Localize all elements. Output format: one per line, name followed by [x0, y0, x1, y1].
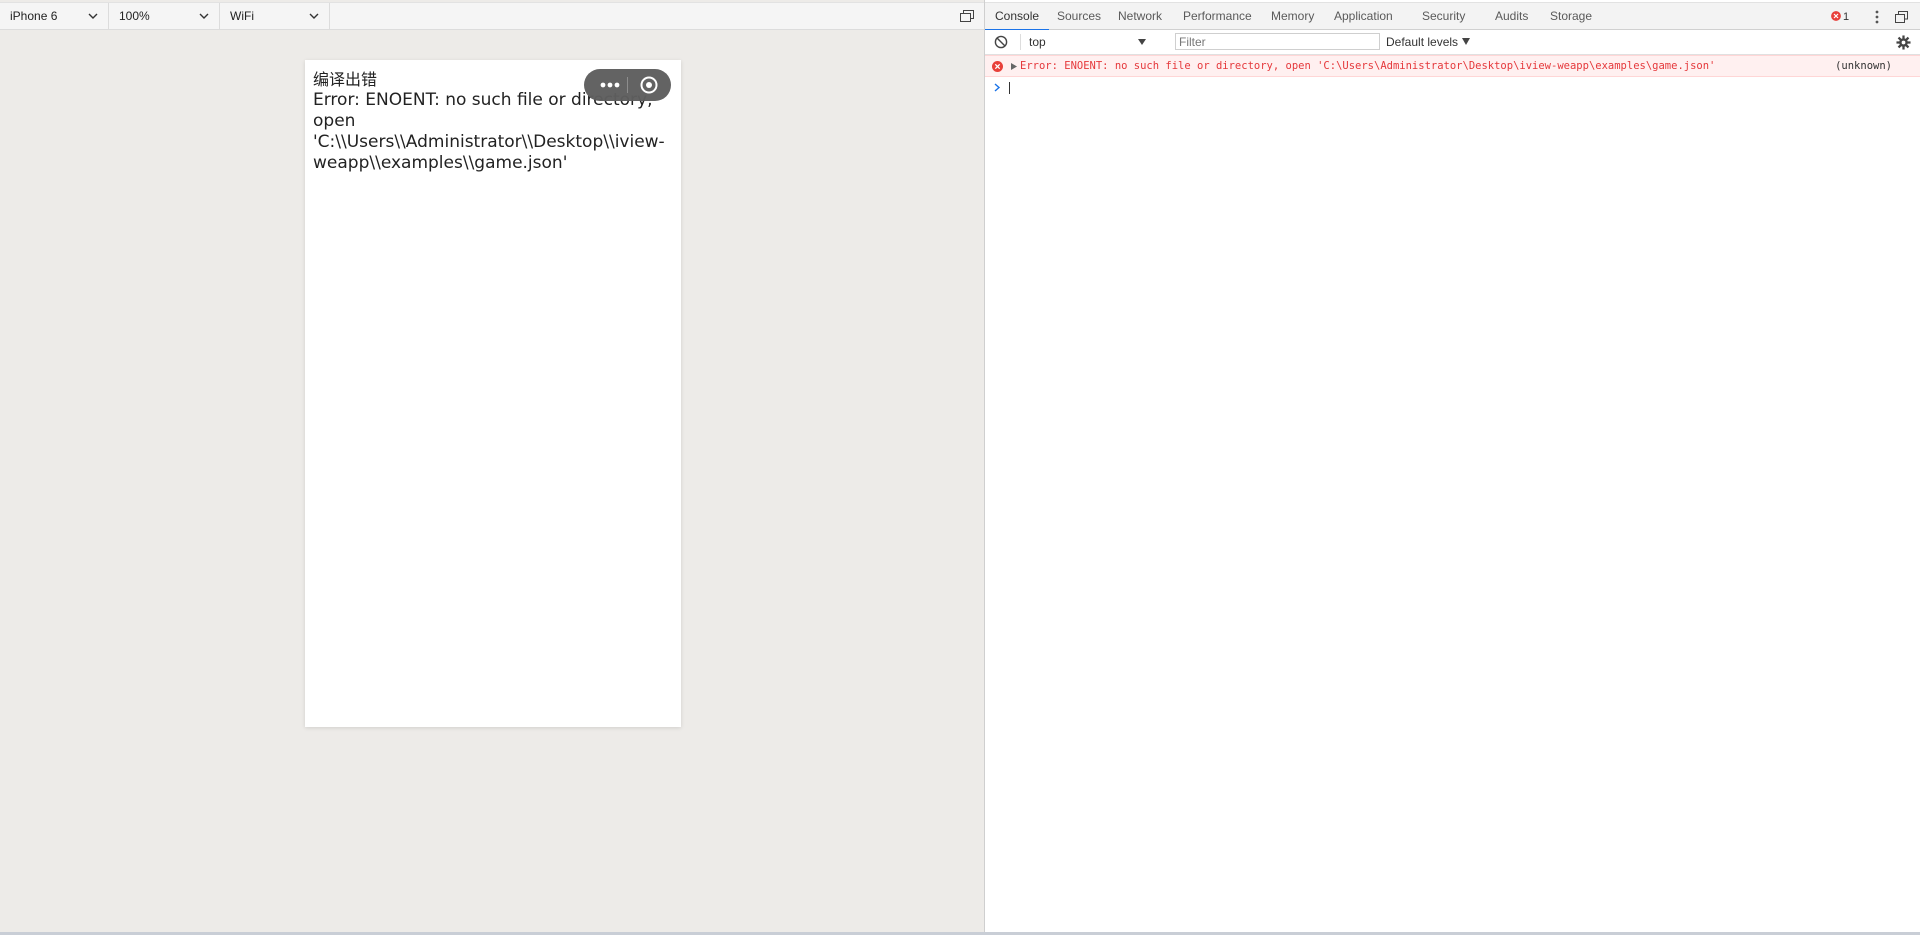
detach-window-icon[interactable] — [960, 10, 974, 22]
context-select-label: top — [1029, 35, 1046, 49]
tab-label: Network — [1118, 9, 1163, 23]
simulator-panel: iPhone 6 100% WiFi 编译出错 Error: ENOENT: n… — [0, 0, 985, 935]
close-miniprogram-icon[interactable] — [629, 69, 669, 101]
gear-icon[interactable] — [1896, 35, 1911, 50]
tab-label: Storage — [1550, 9, 1593, 23]
log-levels-select[interactable]: Default levels — [1386, 30, 1471, 54]
devtools-panel: Console Sources Network Performance Memo… — [985, 0, 1920, 935]
tab-network[interactable]: Network — [1108, 3, 1172, 30]
tab-label: Application — [1334, 9, 1393, 23]
error-count: 1 — [1843, 11, 1850, 23]
zoom-select-label: 100% — [119, 9, 150, 23]
compile-error-detail: Error: ENOENT: no such file or directory… — [313, 90, 665, 173]
tab-console[interactable]: Console — [985, 3, 1050, 31]
filter-input[interactable] — [1175, 33, 1380, 50]
zoom-select[interactable]: 100% — [109, 3, 220, 30]
triangle-down-icon — [1138, 39, 1146, 45]
network-select[interactable]: WiFi — [220, 3, 330, 30]
error-icon — [1831, 11, 1841, 21]
triangle-down-icon — [1462, 38, 1471, 45]
device-select[interactable]: iPhone 6 — [0, 3, 109, 30]
console-messages: Error: ENOENT: no such file or directory… — [985, 55, 1920, 99]
tab-label: Sources — [1057, 9, 1102, 23]
clear-console-icon[interactable] — [994, 35, 1008, 49]
more-icon[interactable] — [593, 69, 627, 101]
tab-label: Console — [995, 9, 1040, 23]
toolbar-divider — [1020, 34, 1021, 50]
console-toolbar: top Default levels — [985, 30, 1920, 55]
tab-audits[interactable]: Audits — [1485, 3, 1538, 30]
simulator-toolbar: iPhone 6 100% WiFi — [0, 2, 984, 30]
chevron-right-icon — [994, 83, 1001, 92]
tab-label: Memory — [1271, 9, 1315, 23]
miniprogram-capsule — [584, 69, 671, 101]
tab-memory[interactable]: Memory — [1261, 3, 1324, 30]
tab-security[interactable]: Security — [1412, 3, 1475, 30]
app-window: iPhone 6 100% WiFi 编译出错 Error: ENOENT: n… — [0, 0, 1920, 935]
tab-storage[interactable]: Storage — [1540, 3, 1602, 30]
console-error-message[interactable]: Error: ENOENT: no such file or directory… — [985, 55, 1920, 77]
tab-label: Audits — [1495, 9, 1529, 23]
tab-performance[interactable]: Performance — [1173, 3, 1262, 30]
network-select-label: WiFi — [230, 9, 254, 23]
tab-label: Security — [1422, 9, 1466, 23]
error-message-text: Error: ENOENT: no such file or directory… — [1020, 60, 1716, 72]
device-select-label: iPhone 6 — [10, 9, 58, 23]
undock-icon[interactable] — [1895, 11, 1908, 23]
chevron-down-icon — [309, 13, 319, 19]
tab-sources[interactable]: Sources — [1047, 3, 1111, 30]
log-levels-label: Default levels — [1386, 35, 1459, 49]
devtools-tabbar: Console Sources Network Performance Memo… — [985, 2, 1920, 31]
console-prompt[interactable] — [985, 77, 1920, 99]
tab-label: Performance — [1183, 9, 1252, 23]
error-count-badge[interactable]: 1 — [1831, 11, 1849, 23]
error-source-link[interactable]: (unknown) — [1835, 56, 1892, 76]
context-select[interactable]: top — [1029, 30, 1146, 54]
capsule-divider — [627, 77, 628, 93]
tab-application[interactable]: Application — [1324, 3, 1403, 30]
more-vertical-icon[interactable] — [1874, 9, 1880, 25]
chevron-down-icon — [199, 13, 209, 19]
error-icon — [992, 61, 1003, 72]
phone-screen: 编译出错 Error: ENOENT: no such file or dire… — [305, 60, 681, 727]
chevron-down-icon — [88, 13, 98, 19]
text-caret — [1009, 82, 1010, 94]
expand-triangle-icon[interactable] — [1011, 63, 1017, 70]
